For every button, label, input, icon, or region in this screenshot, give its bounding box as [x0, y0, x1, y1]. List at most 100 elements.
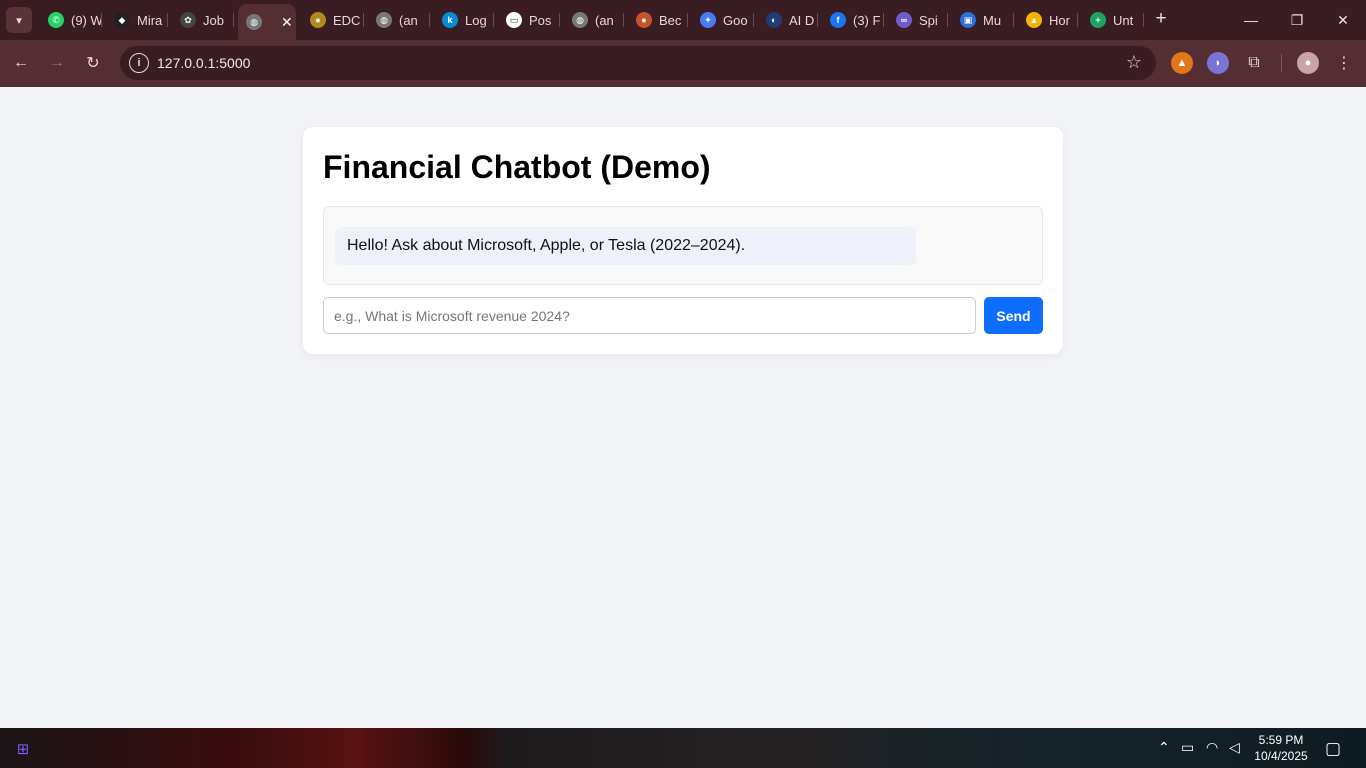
- tab-label: Spi: [919, 12, 938, 28]
- clock-time: 5:59 PM: [1258, 733, 1304, 747]
- mira-icon: ◆: [114, 12, 130, 28]
- browser-tab[interactable]: ✆ (9) W: [40, 6, 102, 34]
- tab-strip: ▾ ✆ (9) W ◆ Mira ✿ Job ◍ ✕ ● EDC ◍ (an k Log ▭ Pos ◍ (an ●…: [0, 0, 1366, 40]
- browser-tab[interactable]: ◍ (an: [564, 6, 624, 34]
- browser-tab[interactable]: f (3) F: [822, 6, 884, 34]
- tab-label: (9) W: [71, 12, 102, 28]
- openai-icon: ✿: [180, 12, 196, 28]
- facebook-icon: f: [830, 12, 846, 28]
- tab-label: Mira: [137, 12, 163, 28]
- gemini-icon: ✦: [700, 12, 716, 28]
- tab-separator: [883, 13, 884, 27]
- wifi-icon[interactable]: ◠: [1206, 739, 1218, 756]
- back-button[interactable]: ←: [8, 50, 34, 76]
- tab-separator: [753, 13, 754, 27]
- browser-toolbar: ← → ↻ i 127.0.0.1:5000 ☆ ▲ ◗ ⧉ ● ⋮: [0, 40, 1366, 87]
- bookmark-star-icon[interactable]: ☆: [1126, 52, 1142, 73]
- new-tab-button[interactable]: +: [1150, 8, 1172, 30]
- close-tab-icon[interactable]: ✕: [281, 14, 293, 31]
- browser-tab[interactable]: + Unt: [1082, 6, 1144, 34]
- battery-icon[interactable]: ▭: [1181, 739, 1194, 756]
- chat-card: Financial Chatbot (Demo) Hello! Ask abou…: [303, 127, 1063, 354]
- bec-icon: ●: [636, 12, 652, 28]
- plus-icon: +: [1155, 8, 1167, 29]
- metamask-extension-icon[interactable]: ▲: [1171, 52, 1193, 74]
- ai-icon: ◐: [766, 12, 782, 28]
- tray-chevron-up-icon[interactable]: ⌃: [1158, 739, 1170, 756]
- bike-icon: ∞: [896, 12, 912, 28]
- reload-icon: ↻: [86, 55, 100, 72]
- tab-separator: [559, 13, 560, 27]
- bot-message: Hello! Ask about Microsoft, Apple, or Te…: [335, 227, 916, 265]
- tab-label: Hor: [1049, 12, 1070, 28]
- tab-separator: [623, 13, 624, 27]
- tab-label: (an: [399, 12, 418, 28]
- browser-tab[interactable]: ▣ Mu: [952, 6, 1014, 34]
- chat-history: Hello! Ask about Microsoft, Apple, or Te…: [323, 206, 1043, 285]
- tab-label: (an: [595, 12, 614, 28]
- tab-label: AI D: [789, 12, 815, 28]
- tab-label: Goo: [723, 12, 748, 28]
- tab-label: Log: [465, 12, 487, 28]
- url-text[interactable]: 127.0.0.1:5000: [157, 55, 250, 71]
- os-taskbar: ⊞ ⌃ ▭ ◠ ◁ 5:59 PM 10/4/2025 ▢: [0, 728, 1366, 768]
- tab-separator: [167, 13, 168, 27]
- drive-icon: ▲: [1026, 12, 1042, 28]
- ghost-extension-icon[interactable]: ◗: [1207, 52, 1229, 74]
- start-windows-icon[interactable]: ⊞: [12, 738, 34, 760]
- browser-tab[interactable]: k Log: [434, 6, 494, 34]
- whatsapp-icon: ✆: [48, 12, 64, 28]
- clock-date: 10/4/2025: [1254, 749, 1308, 763]
- browser-tab[interactable]: ◆ Mira: [106, 6, 168, 34]
- address-bar[interactable]: i 127.0.0.1:5000 ☆: [120, 46, 1156, 80]
- browser-tab[interactable]: ◍ ✕: [238, 4, 296, 40]
- browser-tab[interactable]: ∞ Spi: [888, 6, 948, 34]
- forward-button[interactable]: →: [44, 50, 70, 76]
- edc-icon: ●: [310, 12, 326, 28]
- tab-separator: [1077, 13, 1078, 27]
- browser-tab[interactable]: ● Bec: [628, 6, 688, 34]
- tab-separator: [363, 13, 364, 27]
- browser-tab[interactable]: ● EDC: [302, 6, 364, 34]
- tab-label: Bec: [659, 12, 682, 28]
- profile-avatar[interactable]: ●: [1297, 52, 1319, 74]
- site-info-icon[interactable]: i: [129, 53, 149, 73]
- browser-tab[interactable]: ▲ Hor: [1018, 6, 1078, 34]
- tab-separator: [687, 13, 688, 27]
- restore-icon: ❐: [1290, 11, 1304, 28]
- tab-label: (3) F: [853, 12, 881, 28]
- tab-separator: [233, 13, 234, 27]
- tab-separator: [429, 13, 430, 27]
- page-title: Financial Chatbot (Demo): [323, 149, 711, 185]
- close-window-button[interactable]: ✕: [1320, 4, 1366, 36]
- volume-icon[interactable]: ◁: [1229, 739, 1240, 756]
- reload-button[interactable]: ↻: [80, 50, 106, 76]
- tab-label: Pos: [529, 12, 552, 28]
- page-viewport: Financial Chatbot (Demo) Hello! Ask abou…: [0, 87, 1366, 728]
- browser-tab[interactable]: ◍ (an: [368, 6, 430, 34]
- k-icon: k: [442, 12, 458, 28]
- tab-separator: [493, 13, 494, 27]
- question-input[interactable]: [323, 297, 976, 334]
- tab-separator: [101, 13, 102, 27]
- notifications-icon[interactable]: ▢: [1325, 739, 1341, 759]
- extensions-puzzle-icon[interactable]: ⧉: [1243, 52, 1265, 74]
- sheets-icon: +: [1090, 12, 1106, 28]
- browser-tab[interactable]: ▭ Pos: [498, 6, 560, 34]
- chevron-down-icon: ▾: [16, 14, 22, 27]
- system-clock[interactable]: 5:59 PM 10/4/2025: [1248, 732, 1314, 764]
- restore-button[interactable]: ❐: [1274, 4, 1320, 36]
- tab-search-button[interactable]: ▾: [6, 7, 32, 33]
- tab-label: Unt: [1113, 12, 1134, 28]
- minimize-button[interactable]: —: [1228, 4, 1274, 36]
- arrow-left-icon: ←: [13, 54, 29, 71]
- contact-icon: ▣: [960, 12, 976, 28]
- browser-tab[interactable]: ✦ Goo: [692, 6, 754, 34]
- browser-tab[interactable]: ◐ AI D: [758, 6, 818, 34]
- tab-label: Job: [203, 12, 224, 28]
- menu-kebab-icon[interactable]: ⋮: [1333, 52, 1355, 74]
- tab-separator: [1013, 13, 1014, 27]
- arrow-right-icon: →: [49, 54, 65, 71]
- send-button[interactable]: Send: [984, 297, 1043, 334]
- browser-tab[interactable]: ✿ Job: [172, 6, 234, 34]
